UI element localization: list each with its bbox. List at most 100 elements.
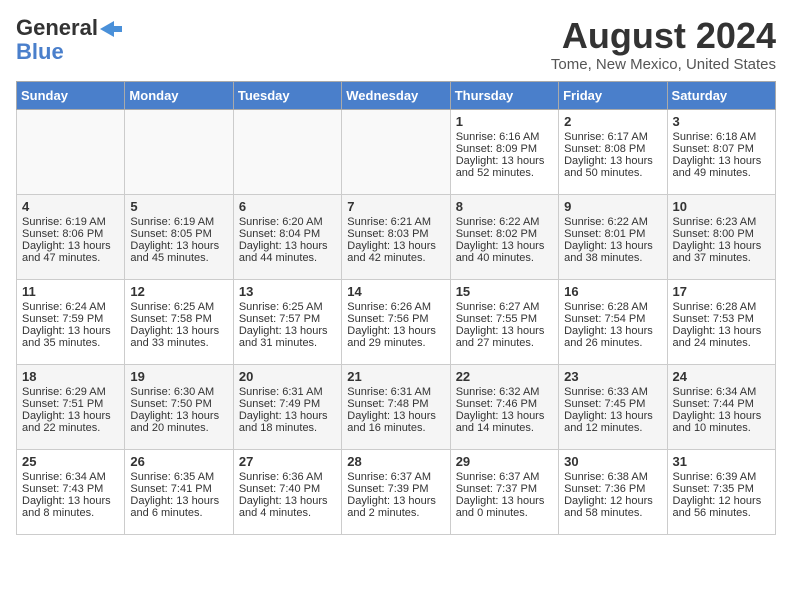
sunset-text: Sunset: 7:53 PM [673, 313, 770, 325]
calendar-cell: 28Sunrise: 6:37 AMSunset: 7:39 PMDayligh… [342, 449, 450, 534]
day-header: Tuesday [233, 81, 341, 109]
day-number: 15 [456, 284, 553, 299]
calendar-cell: 4Sunrise: 6:19 AMSunset: 8:06 PMDaylight… [17, 194, 125, 279]
day-number: 8 [456, 199, 553, 214]
sunrise-text: Sunrise: 6:24 AM [22, 301, 119, 313]
day-number: 10 [673, 199, 770, 214]
daylight-text: Daylight: 13 hours and 37 minutes. [673, 240, 770, 264]
daylight-text: Daylight: 13 hours and 0 minutes. [456, 495, 553, 519]
day-header: Wednesday [342, 81, 450, 109]
sunset-text: Sunset: 7:39 PM [347, 483, 444, 495]
sunset-text: Sunset: 8:02 PM [456, 228, 553, 240]
calendar-cell: 20Sunrise: 6:31 AMSunset: 7:49 PMDayligh… [233, 364, 341, 449]
sunset-text: Sunset: 7:37 PM [456, 483, 553, 495]
daylight-text: Daylight: 13 hours and 24 minutes. [673, 325, 770, 349]
daylight-text: Daylight: 13 hours and 18 minutes. [239, 410, 336, 434]
sunset-text: Sunset: 7:43 PM [22, 483, 119, 495]
sunrise-text: Sunrise: 6:29 AM [22, 386, 119, 398]
calendar-cell: 2Sunrise: 6:17 AMSunset: 8:08 PMDaylight… [559, 109, 667, 194]
calendar-header-row: SundayMondayTuesdayWednesdayThursdayFrid… [17, 81, 776, 109]
calendar-cell: 29Sunrise: 6:37 AMSunset: 7:37 PMDayligh… [450, 449, 558, 534]
sunset-text: Sunset: 8:04 PM [239, 228, 336, 240]
sunrise-text: Sunrise: 6:22 AM [564, 216, 661, 228]
sunrise-text: Sunrise: 6:21 AM [347, 216, 444, 228]
day-number: 13 [239, 284, 336, 299]
sunset-text: Sunset: 7:44 PM [673, 398, 770, 410]
day-number: 16 [564, 284, 661, 299]
calendar-cell: 3Sunrise: 6:18 AMSunset: 8:07 PMDaylight… [667, 109, 775, 194]
day-number: 28 [347, 454, 444, 469]
sunset-text: Sunset: 7:41 PM [130, 483, 227, 495]
calendar-cell: 8Sunrise: 6:22 AMSunset: 8:02 PMDaylight… [450, 194, 558, 279]
sunset-text: Sunset: 7:56 PM [347, 313, 444, 325]
sunrise-text: Sunrise: 6:37 AM [347, 471, 444, 483]
day-number: 6 [239, 199, 336, 214]
logo-blue-text: Blue [16, 40, 64, 64]
daylight-text: Daylight: 13 hours and 12 minutes. [564, 410, 661, 434]
day-header: Friday [559, 81, 667, 109]
calendar-cell [125, 109, 233, 194]
day-header: Monday [125, 81, 233, 109]
sunrise-text: Sunrise: 6:27 AM [456, 301, 553, 313]
calendar-cell: 1Sunrise: 6:16 AMSunset: 8:09 PMDaylight… [450, 109, 558, 194]
daylight-text: Daylight: 13 hours and 20 minutes. [130, 410, 227, 434]
sunrise-text: Sunrise: 6:20 AM [239, 216, 336, 228]
sunrise-text: Sunrise: 6:28 AM [673, 301, 770, 313]
sunset-text: Sunset: 7:57 PM [239, 313, 336, 325]
sunrise-text: Sunrise: 6:26 AM [347, 301, 444, 313]
day-number: 14 [347, 284, 444, 299]
daylight-text: Daylight: 13 hours and 50 minutes. [564, 155, 661, 179]
calendar-row: 18Sunrise: 6:29 AMSunset: 7:51 PMDayligh… [17, 364, 776, 449]
calendar-table: SundayMondayTuesdayWednesdayThursdayFrid… [16, 81, 776, 535]
sunset-text: Sunset: 7:55 PM [456, 313, 553, 325]
sunset-text: Sunset: 7:36 PM [564, 483, 661, 495]
title-area: August 2024 Tome, New Mexico, United Sta… [551, 16, 776, 73]
daylight-text: Daylight: 13 hours and 42 minutes. [347, 240, 444, 264]
sunset-text: Sunset: 7:51 PM [22, 398, 119, 410]
sunrise-text: Sunrise: 6:28 AM [564, 301, 661, 313]
calendar-cell: 19Sunrise: 6:30 AMSunset: 7:50 PMDayligh… [125, 364, 233, 449]
day-number: 21 [347, 369, 444, 384]
day-number: 5 [130, 199, 227, 214]
day-number: 9 [564, 199, 661, 214]
day-header: Thursday [450, 81, 558, 109]
day-number: 27 [239, 454, 336, 469]
calendar-cell [342, 109, 450, 194]
calendar-cell: 14 Sunrise: 6:26 AMSunset: 7:56 PMDayligh… [342, 279, 450, 364]
day-number: 3 [673, 114, 770, 129]
sunset-text: Sunset: 7:58 PM [130, 313, 227, 325]
sunrise-text: Sunrise: 6:37 AM [456, 471, 553, 483]
sunrise-text: Sunrise: 6:31 AM [347, 386, 444, 398]
location: Tome, New Mexico, United States [551, 56, 776, 73]
daylight-text: Daylight: 12 hours and 56 minutes. [673, 495, 770, 519]
calendar-cell: 10Sunrise: 6:23 AMSunset: 8:00 PMDayligh… [667, 194, 775, 279]
sunset-text: Sunset: 7:59 PM [22, 313, 119, 325]
day-header: Saturday [667, 81, 775, 109]
daylight-text: Daylight: 13 hours and 6 minutes. [130, 495, 227, 519]
sunrise-text: Sunrise: 6:36 AM [239, 471, 336, 483]
sunrise-text: Sunrise: 6:16 AM [456, 131, 553, 143]
day-number: 1 [456, 114, 553, 129]
daylight-text: Daylight: 13 hours and 22 minutes. [22, 410, 119, 434]
calendar-cell: 11Sunrise: 6:24 AMSunset: 7:59 PMDayligh… [17, 279, 125, 364]
calendar-cell: 7Sunrise: 6:21 AMSunset: 8:03 PMDaylight… [342, 194, 450, 279]
calendar-cell: 17Sunrise: 6:28 AMSunset: 7:53 PMDayligh… [667, 279, 775, 364]
calendar-cell: 26Sunrise: 6:35 AMSunset: 7:41 PMDayligh… [125, 449, 233, 534]
sunrise-text: Sunrise: 6:23 AM [673, 216, 770, 228]
logo-arrow-icon [100, 21, 122, 37]
daylight-text: Daylight: 13 hours and 27 minutes. [456, 325, 553, 349]
daylight-text: Daylight: 12 hours and 58 minutes. [564, 495, 661, 519]
calendar-cell: 23Sunrise: 6:33 AMSunset: 7:45 PMDayligh… [559, 364, 667, 449]
day-number: 25 [22, 454, 119, 469]
calendar-cell: 6Sunrise: 6:20 AMSunset: 8:04 PMDaylight… [233, 194, 341, 279]
sunrise-text: Sunrise: 6:31 AM [239, 386, 336, 398]
calendar-cell: 25Sunrise: 6:34 AMSunset: 7:43 PMDayligh… [17, 449, 125, 534]
logo: General Blue [16, 16, 122, 64]
sunset-text: Sunset: 7:49 PM [239, 398, 336, 410]
daylight-text: Daylight: 13 hours and 29 minutes. [347, 325, 444, 349]
sunset-text: Sunset: 7:35 PM [673, 483, 770, 495]
calendar-cell: 15 Sunrise: 6:27 AMSunset: 7:55 PMDayligh… [450, 279, 558, 364]
day-number: 19 [130, 369, 227, 384]
calendar-cell [17, 109, 125, 194]
sunset-text: Sunset: 7:40 PM [239, 483, 336, 495]
